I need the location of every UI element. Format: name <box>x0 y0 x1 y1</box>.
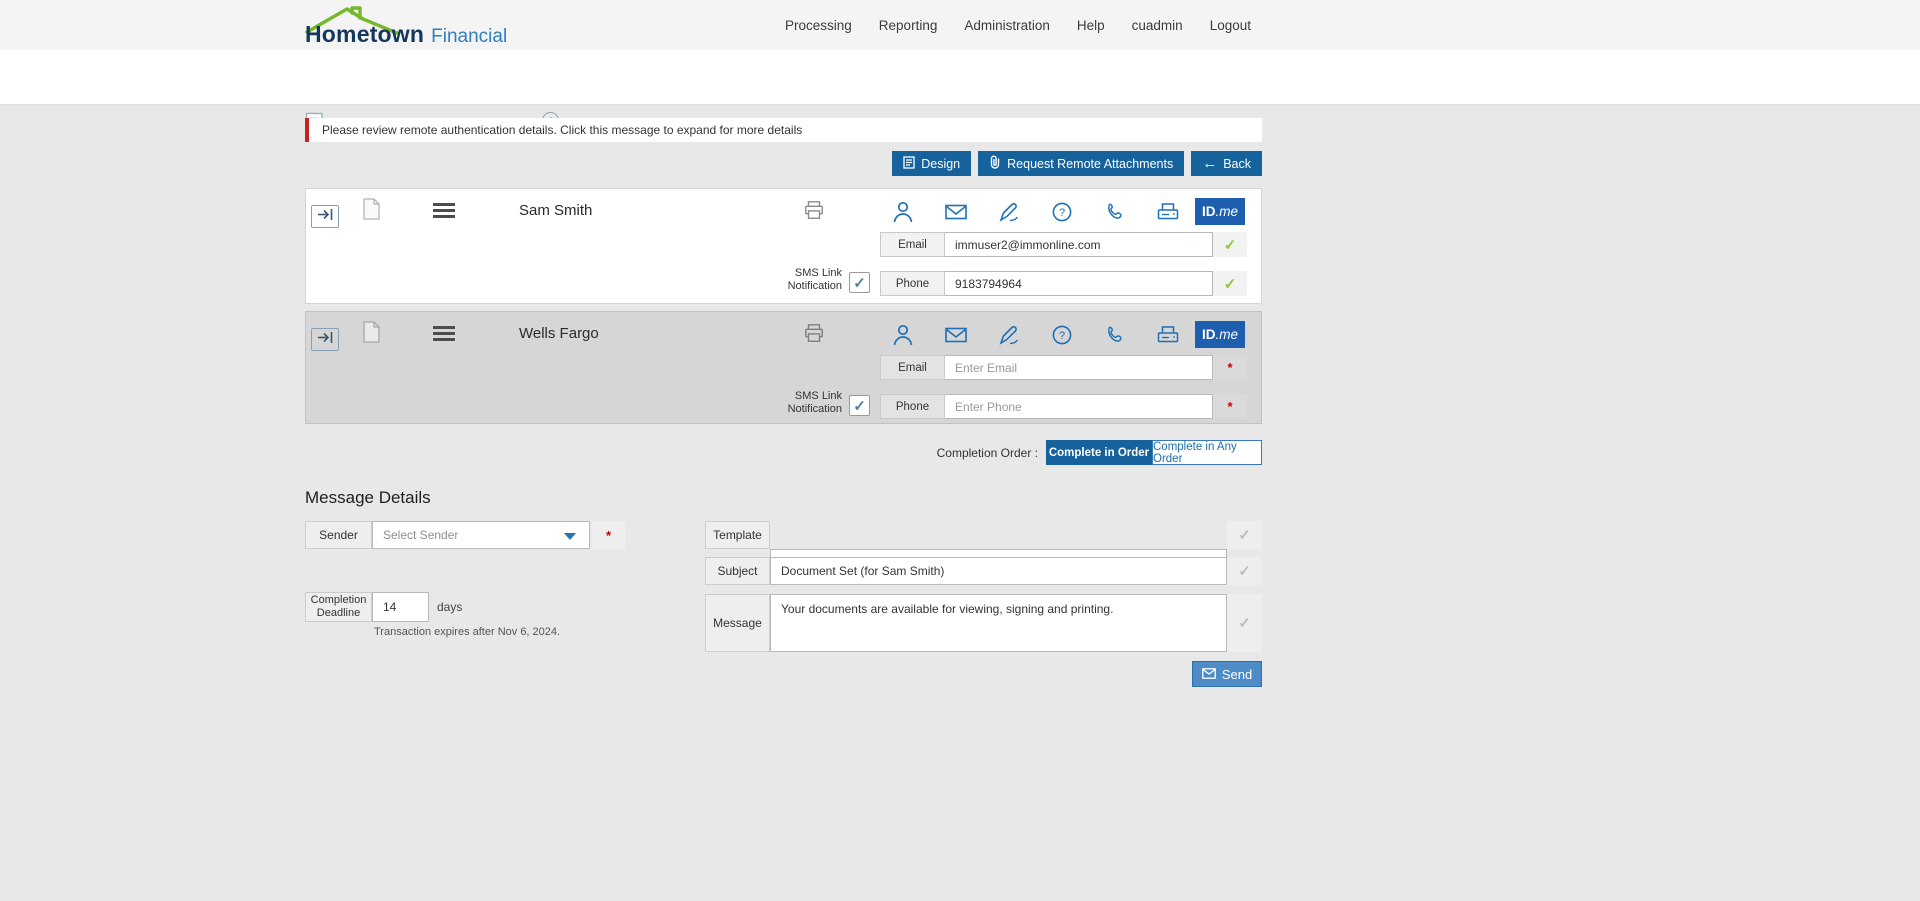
phone-label: Phone <box>880 271 945 296</box>
email-input[interactable] <box>945 232 1213 257</box>
arrow-to-bar-icon <box>317 331 334 349</box>
nav-logout[interactable]: Logout <box>1210 18 1251 33</box>
email-row: Email * <box>880 355 1247 380</box>
email-auth-icon[interactable] <box>945 322 967 348</box>
sms-notification-checkbox[interactable]: ✓ <box>849 272 870 293</box>
email-input[interactable] <box>945 355 1213 380</box>
completion-deadline-label: Completion Deadline <box>305 592 372 622</box>
sender-label: Sender <box>305 521 372 549</box>
subject-status: ✓ <box>1227 557 1262 585</box>
completion-deadline-input[interactable] <box>372 592 429 622</box>
email-label: Email <box>880 355 945 380</box>
phone-required-asterisk: * <box>1227 399 1232 414</box>
nav-reporting[interactable]: Reporting <box>879 18 938 33</box>
design-button[interactable]: Design <box>892 151 971 176</box>
recipient-card: Sam Smith ? ID.me Email ✓ SM <box>305 188 1262 304</box>
message-check-icon: ✓ <box>1238 614 1251 632</box>
design-page-icon <box>903 156 915 172</box>
phone-input[interactable] <box>945 394 1213 419</box>
email-row: Email ✓ <box>880 232 1247 257</box>
print-icon[interactable] <box>803 322 825 349</box>
phone-row: Phone ✓ <box>880 271 1247 296</box>
template-check-icon: ✓ <box>1238 526 1251 544</box>
email-valid-check-icon: ✓ <box>1224 236 1237 254</box>
drag-handle-icon[interactable] <box>433 203 455 223</box>
sender-required-asterisk: * <box>606 528 611 543</box>
brand-suffix: Financial <box>431 26 507 48</box>
sms-notification-checkbox[interactable]: ✓ <box>849 395 870 416</box>
message-status: ✓ <box>1227 594 1262 652</box>
signer-person-icon[interactable] <box>892 199 914 225</box>
sender-status: * <box>592 521 625 549</box>
completion-order-label: Completion Order : <box>305 446 1038 460</box>
idme-badge[interactable]: ID.me <box>1195 321 1245 348</box>
alert-banner[interactable]: Please review remote authentication deta… <box>305 118 1262 142</box>
message-textarea[interactable]: Your documents are available for viewing… <box>770 594 1227 652</box>
signer-person-icon[interactable] <box>892 322 914 348</box>
nav-user-cuadmin[interactable]: cuadmin <box>1132 18 1183 33</box>
nav-help[interactable]: Help <box>1077 18 1105 33</box>
recipient-name: Sam Smith <box>519 202 592 219</box>
template-label: Template <box>705 521 770 549</box>
phone-auth-icon[interactable] <box>1104 199 1126 225</box>
message-label: Message <box>705 594 770 652</box>
brand-logo[interactable]: Hometown Financial <box>305 4 545 48</box>
back-arrow-icon: ← <box>1202 155 1217 172</box>
complete-in-order-button[interactable]: Complete in Order <box>1046 440 1152 465</box>
auth-method-row: ? ID.me <box>892 198 1245 225</box>
kba-question-icon[interactable]: ? <box>1051 322 1073 348</box>
send-button[interactable]: Send <box>1192 661 1262 687</box>
subject-check-icon: ✓ <box>1238 562 1251 580</box>
phone-input[interactable] <box>945 271 1213 296</box>
main-nav: Processing Reporting Administration Help… <box>785 0 1251 50</box>
assign-signer-button[interactable] <box>311 205 339 228</box>
signature-pen-icon[interactable] <box>998 199 1020 225</box>
recipient-name: Wells Fargo <box>519 325 599 342</box>
assign-signer-button[interactable] <box>311 328 339 351</box>
deadline-unit-label: days <box>437 592 462 622</box>
idme-badge[interactable]: ID.me <box>1195 198 1245 225</box>
back-button[interactable]: ← Back <box>1191 151 1262 176</box>
fax-icon[interactable] <box>1157 322 1179 348</box>
message-details-heading: Message Details <box>305 488 431 508</box>
complete-in-any-order-button[interactable]: Complete in Any Order <box>1152 440 1262 465</box>
phone-label: Phone <box>880 394 945 419</box>
template-status: ✓ <box>1227 521 1262 549</box>
phone-valid-check-icon: ✓ <box>1224 275 1237 293</box>
sms-notification-label: SMS Link Notification <box>752 267 842 293</box>
document-icon <box>363 321 380 348</box>
drag-handle-icon[interactable] <box>433 326 455 346</box>
kba-question-icon[interactable]: ? <box>1051 199 1073 225</box>
fax-icon[interactable] <box>1157 199 1179 225</box>
svg-text:?: ? <box>1059 330 1065 342</box>
arrow-to-bar-icon <box>317 208 334 226</box>
brand-name: Hometown <box>305 21 424 48</box>
phone-row: Phone * <box>880 394 1247 419</box>
document-icon <box>363 198 380 225</box>
email-label: Email <box>880 232 945 257</box>
auth-method-row: ? ID.me <box>892 321 1245 348</box>
dropdown-caret-icon <box>564 533 576 540</box>
toolbar: Design Request Remote Attachments ← Back <box>305 151 1262 177</box>
signature-pen-icon[interactable] <box>998 322 1020 348</box>
request-remote-attachments-button[interactable]: Request Remote Attachments <box>978 151 1184 176</box>
nav-processing[interactable]: Processing <box>785 18 852 33</box>
top-header: Hometown Financial Processing Reporting … <box>0 0 1920 50</box>
expiry-note: Transaction expires after Nov 6, 2024. <box>374 626 560 638</box>
paperclip-icon <box>989 155 1001 172</box>
send-envelope-icon <box>1202 667 1216 682</box>
sms-notification-label: SMS Link Notification <box>752 390 842 416</box>
page-header: eSignature Management i IMM eSign <box>0 50 1920 105</box>
phone-auth-icon[interactable] <box>1104 322 1126 348</box>
email-required-asterisk: * <box>1227 360 1232 375</box>
nav-administration[interactable]: Administration <box>964 18 1050 33</box>
email-auth-icon[interactable] <box>945 199 967 225</box>
recipient-card: Wells Fargo ? ID.me Email * <box>305 311 1262 424</box>
svg-text:?: ? <box>1059 207 1065 219</box>
subject-label: Subject <box>705 557 770 585</box>
sender-select[interactable]: Select Sender <box>372 521 590 549</box>
print-icon[interactable] <box>803 199 825 226</box>
subject-input[interactable] <box>770 557 1227 585</box>
